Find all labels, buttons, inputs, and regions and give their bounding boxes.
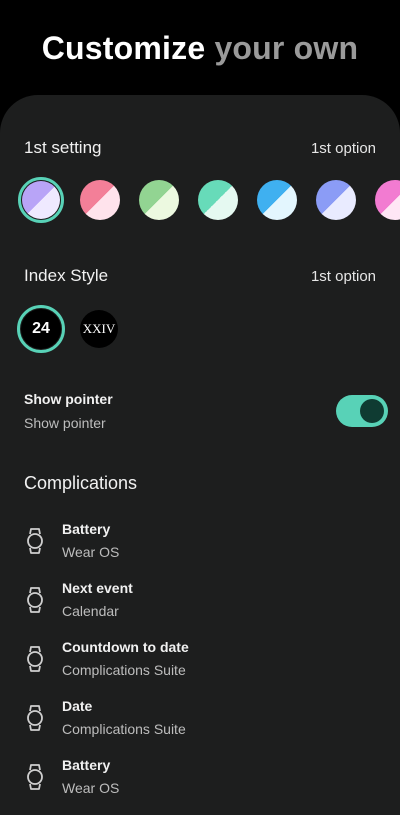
watch-icon: [24, 704, 46, 732]
complication-item[interactable]: Countdown to date Complications Suite: [0, 637, 400, 696]
swatch-periwinkle[interactable]: [313, 177, 359, 223]
swatch-blue[interactable]: [254, 177, 300, 223]
swatch-magenta-fill: [375, 180, 400, 220]
complication-item[interactable]: Date Complications Suite: [0, 696, 400, 755]
settings-sheet: 1st setting 1st option Index Style 1st o…: [0, 95, 400, 815]
index-option-arabic[interactable]: 24: [17, 305, 65, 353]
complication-source: Complications Suite: [62, 721, 186, 737]
index-option-roman[interactable]: XXIV: [80, 310, 118, 348]
index-option-arabic-label: 24: [21, 309, 61, 349]
complication-source: Wear OS: [62, 544, 120, 560]
setting1-value: 1st option: [310, 139, 376, 157]
complication-name: Date: [62, 698, 93, 714]
index-style-title: Index Style: [24, 266, 109, 285]
swatch-pink-fill: [80, 180, 120, 220]
complication-item[interactable]: Battery Wear OS: [0, 519, 400, 578]
complication-name: Next event: [62, 580, 133, 596]
complications-title: Complications: [24, 473, 138, 493]
title-part-2: your own: [214, 30, 359, 66]
watch-icon: [24, 527, 46, 555]
swatch-lavender-fill: [22, 181, 60, 219]
index-style-value: 1st option: [310, 267, 376, 285]
swatch-lavender[interactable]: [18, 177, 64, 223]
index-style-row[interactable]: Index Style 1st option: [24, 264, 376, 288]
swatch-green-fill: [139, 180, 179, 220]
complication-source: Wear OS: [62, 780, 120, 796]
swatch-blue-fill: [257, 180, 297, 220]
watch-icon: [24, 586, 46, 614]
setting1-row[interactable]: 1st setting 1st option: [24, 136, 376, 160]
complication-name: Countdown to date: [62, 639, 189, 655]
complication-source: Calendar: [62, 603, 119, 619]
swatch-teal[interactable]: [195, 177, 241, 223]
color-swatch-row: [18, 177, 400, 223]
complications-list: Battery Wear OS Next event Calendar Countdow…: [0, 519, 400, 814]
watch-icon: [24, 763, 46, 791]
swatch-periwinkle-fill: [316, 180, 356, 220]
toggle-knob: [360, 399, 384, 423]
page-title: Customize your own: [0, 30, 400, 67]
complication-item[interactable]: Battery Wear OS: [0, 755, 400, 814]
header: Customize your own: [0, 0, 400, 100]
complication-name: Battery: [62, 521, 111, 537]
title-part-1: Customize: [41, 30, 206, 66]
show-pointer-row[interactable]: Show pointer Show pointer: [24, 391, 394, 435]
watch-icon: [24, 645, 46, 673]
swatch-teal-fill: [198, 180, 238, 220]
swatch-pink[interactable]: [77, 177, 123, 223]
setting1-title: 1st setting: [24, 138, 102, 157]
complication-item[interactable]: Next event Calendar: [0, 578, 400, 637]
swatch-green[interactable]: [136, 177, 182, 223]
show-pointer-toggle[interactable]: [336, 395, 388, 427]
complication-source: Complications Suite: [62, 662, 186, 678]
swatch-magenta[interactable]: [372, 177, 400, 223]
complication-name: Battery: [62, 757, 111, 773]
